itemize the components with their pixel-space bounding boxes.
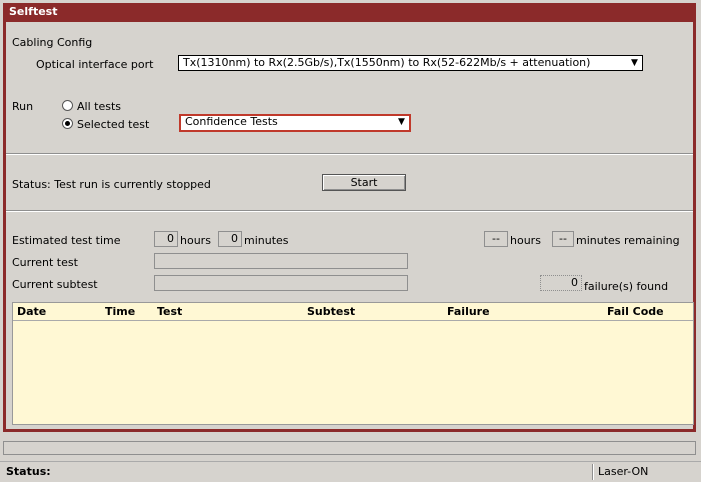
run-label: Run xyxy=(12,100,34,113)
current-subtest-field xyxy=(154,275,408,291)
column-header-failure[interactable]: Failure xyxy=(447,303,490,320)
all-tests-radio[interactable]: All tests xyxy=(62,100,121,113)
results-table[interactable]: Date Time Test Subtest Failure Fail Code xyxy=(12,302,694,425)
rem-minutes-box: -- xyxy=(552,231,574,247)
laser-status: Laser-ON xyxy=(598,465,649,478)
current-test-label: Current test xyxy=(12,256,78,269)
dropdown-arrow-icon: ▼ xyxy=(398,117,405,127)
table-header: Date Time Test Subtest Failure Fail Code xyxy=(13,303,693,321)
rem-hours-label: hours xyxy=(510,234,541,247)
current-subtest-label: Current subtest xyxy=(12,278,98,291)
column-header-test[interactable]: Test xyxy=(157,303,182,320)
rem-minutes-label: minutes remaining xyxy=(576,234,680,247)
failures-label: failure(s) found xyxy=(584,280,669,293)
est-hours-box: 0 xyxy=(154,231,178,247)
radio-selected-icon xyxy=(62,118,73,129)
selftest-window: Selftest Cabling Config Optical interfac… xyxy=(3,3,696,432)
selected-test-value: Confidence Tests xyxy=(185,115,278,128)
column-header-time[interactable]: Time xyxy=(105,303,135,320)
separator xyxy=(6,153,693,155)
optical-port-value: Tx(1310nm) to Rx(2.5Gb/s),Tx(1550nm) to … xyxy=(183,56,591,69)
column-header-date[interactable]: Date xyxy=(17,303,46,320)
start-button[interactable]: Start xyxy=(322,174,406,191)
separator xyxy=(6,210,693,212)
optical-port-select[interactable]: Tx(1310nm) to Rx(2.5Gb/s),Tx(1550nm) to … xyxy=(178,55,643,71)
status-bar: Status: Laser-ON xyxy=(0,461,701,482)
status-text: Test run is currently stopped xyxy=(54,178,211,191)
failures-count-box: 0 xyxy=(540,275,582,291)
current-test-field xyxy=(154,253,408,269)
cabling-config-heading: Cabling Config xyxy=(12,36,93,49)
estimated-time-label: Estimated test time xyxy=(12,234,121,247)
selftest-panel: Cabling Config Optical interface port Tx… xyxy=(6,22,694,429)
dropdown-arrow-icon: ▼ xyxy=(631,58,638,68)
selected-test-select[interactable]: Confidence Tests ▼ xyxy=(179,114,411,132)
all-tests-label: All tests xyxy=(77,100,121,113)
column-header-subtest[interactable]: Subtest xyxy=(307,303,355,320)
selected-test-label: Selected test xyxy=(77,118,150,131)
statusbar-label: Status: xyxy=(6,465,51,478)
column-header-fail-code[interactable]: Fail Code xyxy=(607,303,664,320)
bottom-bar xyxy=(3,441,696,455)
status-line: Status: Test run is currently stopped xyxy=(12,178,211,191)
window-title: Selftest xyxy=(3,3,696,20)
est-minutes-box: 0 xyxy=(218,231,242,247)
radio-icon xyxy=(62,100,73,111)
statusbar-divider xyxy=(592,464,594,480)
status-label: Status: xyxy=(12,178,51,191)
est-hours-label: hours xyxy=(180,234,211,247)
selected-test-radio[interactable]: Selected test xyxy=(62,118,149,131)
rem-hours-box: -- xyxy=(484,231,508,247)
est-minutes-label: minutes xyxy=(244,234,289,247)
optical-port-label: Optical interface port xyxy=(36,58,154,71)
